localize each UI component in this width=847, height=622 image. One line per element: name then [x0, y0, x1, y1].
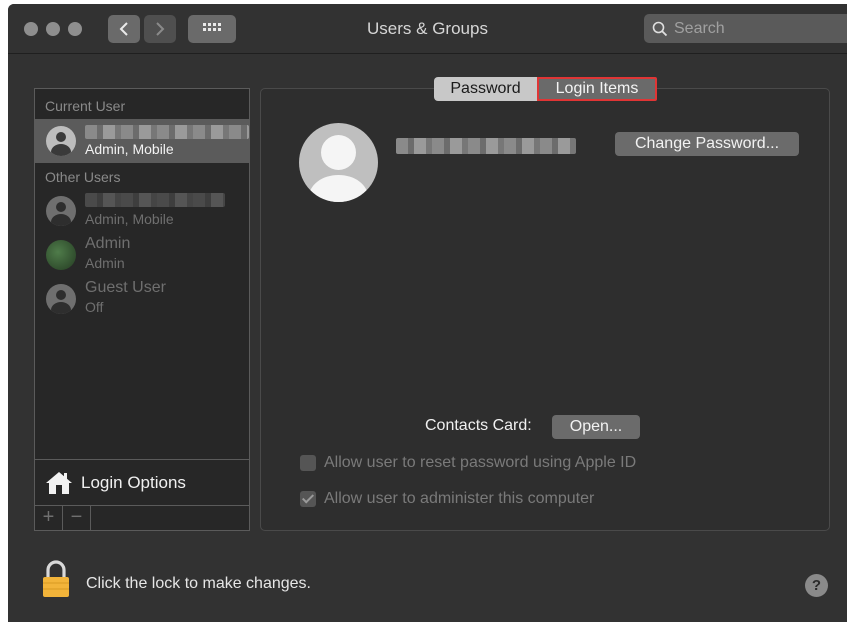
user-row-admin[interactable]: Admin Admin	[35, 233, 249, 277]
login-options-row[interactable]: Login Options	[35, 459, 249, 505]
titlebar: Users & Groups Search	[8, 4, 847, 54]
user-row-guest[interactable]: Guest User Off	[35, 277, 249, 321]
redacted-name	[85, 125, 249, 139]
user-picture[interactable]	[299, 123, 378, 202]
user-role: Admin	[85, 255, 125, 271]
user-avatar	[46, 126, 76, 156]
administer-checkbox[interactable]	[300, 491, 316, 507]
tab-login-items[interactable]: Login Items	[537, 77, 657, 101]
open-contacts-button[interactable]: Open...	[552, 415, 640, 439]
redacted-name	[85, 193, 225, 207]
tab-bar: Password Login Items	[434, 77, 657, 101]
current-user-label: Current User	[45, 98, 126, 114]
reset-password-checkbox[interactable]	[300, 455, 316, 471]
search-icon	[652, 21, 668, 36]
bar-spacer	[91, 506, 249, 530]
users-sidebar: Current User Admin, Mobile Other Users A…	[34, 88, 250, 531]
tab-password[interactable]: Password	[434, 77, 537, 101]
user-role: Off	[85, 299, 104, 315]
help-button[interactable]: ?	[805, 574, 828, 597]
lock-message: Click the lock to make changes.	[86, 575, 311, 592]
user-name: Admin	[85, 235, 131, 252]
redacted-full-name	[396, 138, 576, 154]
user-row-other[interactable]: Admin, Mobile	[35, 189, 249, 233]
window: Users & Groups Search Current User Admin…	[8, 4, 847, 622]
login-options-label: Login Options	[81, 472, 186, 492]
reset-password-option[interactable]: Allow user to reset password using Apple…	[300, 454, 636, 472]
add-user-button[interactable]: +	[35, 506, 63, 530]
change-password-button[interactable]: Change Password...	[615, 132, 799, 156]
lock-icon[interactable]	[41, 559, 71, 599]
administer-option[interactable]: Allow user to administer this computer	[300, 490, 594, 508]
house-icon	[46, 471, 72, 494]
add-remove-bar: + −	[35, 505, 249, 530]
user-role: Admin, Mobile	[85, 141, 174, 157]
user-avatar	[46, 284, 76, 314]
reset-password-label: Allow user to reset password using Apple…	[324, 454, 637, 471]
search-placeholder: Search	[674, 19, 725, 37]
remove-user-button[interactable]: −	[63, 506, 91, 530]
user-avatar	[46, 196, 76, 226]
user-avatar	[46, 240, 76, 270]
contacts-card-label: Contacts Card:	[425, 417, 532, 434]
search-field[interactable]: Search	[644, 14, 847, 43]
user-row-current[interactable]: Admin, Mobile	[35, 119, 249, 163]
other-users-label: Other Users	[45, 169, 121, 185]
user-role: Admin, Mobile	[85, 211, 174, 227]
user-name: Guest User	[85, 279, 166, 296]
administer-label: Allow user to administer this computer	[324, 490, 595, 507]
